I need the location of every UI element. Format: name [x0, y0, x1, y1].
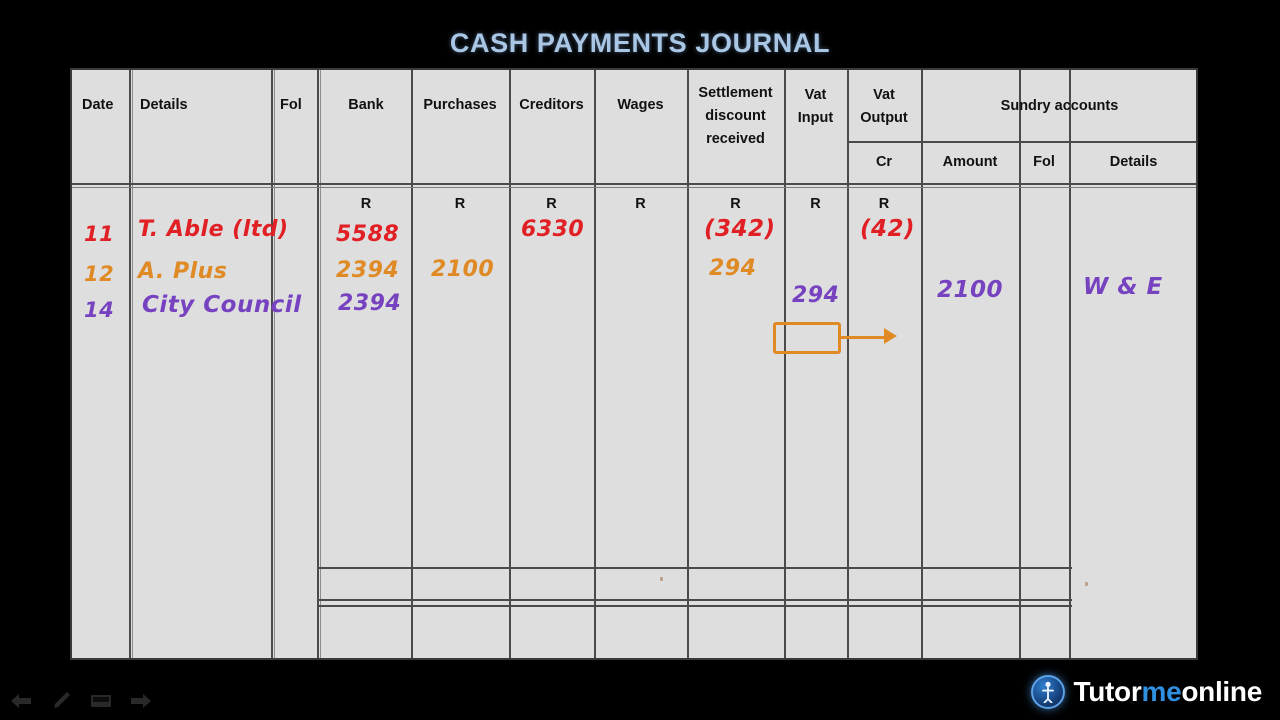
annotation-toolbar[interactable] [8, 688, 154, 714]
header-vat-output-line-2: Output [860, 110, 908, 126]
cell-bank-row-2: 2394 [336, 258, 400, 283]
header-sundry-amount: Amount [942, 154, 998, 170]
total-rule-upper [317, 599, 1072, 601]
header-sundry-fol: Fol [1033, 154, 1055, 170]
stray-mark-1 [660, 577, 663, 581]
cell-details-row-2: A. Plus [138, 259, 228, 284]
header-vat-input-line-2: Input [797, 110, 834, 126]
column-divider-settlement [784, 70, 786, 658]
column-divider-creditors [594, 70, 596, 658]
pen-icon[interactable] [48, 690, 74, 712]
column-divider-purchases [509, 70, 511, 658]
details-header-divider [129, 183, 274, 185]
header-settlement-line-2: discount [705, 108, 766, 124]
cell-date-row-3: 14 [84, 298, 115, 322]
header-purchases: Purchases [423, 97, 497, 113]
cell-creditors-row-1: 6330 [521, 217, 585, 242]
header-settlement-line-1: Settlement [698, 85, 773, 101]
column-divider-fol-inner [320, 70, 321, 658]
header-bottom-divider-2 [72, 187, 1196, 188]
tutormeonline-logo-icon [1030, 675, 1065, 709]
header-wages: Wages [617, 97, 664, 113]
header-vat-input-line-1: Vat [804, 87, 827, 103]
column-divider-date [129, 70, 131, 658]
cell-purchases-row-2: 2100 [431, 257, 495, 282]
currency-mark-settlement: R [730, 196, 741, 212]
cell-sundry-details-row-3: W & E [1083, 274, 1163, 300]
cell-settlement-discount-row-1: (342) [704, 216, 776, 242]
subtotal-rule [317, 567, 1072, 569]
column-divider-wages [687, 70, 689, 658]
cell-bank-row-3: 2394 [338, 291, 402, 316]
currency-mark-vat-input: R [810, 196, 821, 212]
header-vat-output-cr: Cr [875, 154, 893, 170]
cell-sundry-amount-row-3: 2100 [937, 277, 1004, 303]
total-rule-lower [317, 605, 1072, 607]
header-sundry-accounts: Sundry accounts [1000, 98, 1119, 114]
transfer-arrow-head [884, 328, 897, 344]
column-divider-details-inner [274, 70, 275, 658]
tutormeonline-logo: Tutormeonline [1030, 672, 1263, 712]
sundry-subheader-divider [847, 141, 1196, 143]
currency-mark-bank: R [360, 196, 372, 212]
column-divider-details [271, 70, 273, 658]
page-title: CASH PAYMENTS JOURNAL [449, 28, 831, 58]
cell-details-row-3: City Council [142, 292, 302, 318]
header-creditors: Creditors [519, 97, 584, 113]
header-bank: Bank [348, 97, 384, 113]
stray-mark-2 [1085, 582, 1088, 586]
currency-mark-wages: R [635, 196, 646, 212]
header-date: Date [82, 97, 114, 113]
column-divider-fol [317, 70, 319, 658]
eraser-icon[interactable] [88, 690, 114, 712]
header-settlement-line-3: received [706, 131, 765, 147]
logo-text-online: online [1181, 676, 1262, 707]
forward-arrow-icon[interactable] [128, 690, 154, 712]
logo-text-tutor: Tutor [1073, 676, 1142, 707]
header-details: Details [140, 97, 188, 113]
header-sundry-details: Details [1109, 154, 1158, 170]
tutormeonline-logo-text: Tutormeonline [1074, 676, 1263, 708]
settlement-discount-highlight-box [773, 322, 841, 354]
column-divider-bank [411, 70, 413, 658]
logo-text-me: me [1141, 676, 1182, 707]
currency-mark-purchases: R [454, 196, 466, 212]
cell-bank-row-1: 5588 [336, 222, 400, 247]
transfer-arrow-line [841, 336, 889, 339]
cell-date-row-2: 12 [84, 262, 115, 286]
cell-details-row-1: T. Able (ltd) [138, 217, 289, 242]
cell-vat-input-row-3: 294 [792, 283, 840, 308]
cash-payments-journal-table: Date Details Fol Bank Purchases Creditor… [70, 68, 1198, 660]
currency-mark-vat-output: R [878, 196, 890, 212]
currency-mark-creditors: R [546, 196, 557, 212]
column-divider-date-inner [132, 70, 133, 658]
cell-vat-output-row-1: (42) [860, 216, 916, 242]
back-arrow-icon[interactable] [8, 690, 34, 712]
cell-date-row-1: 11 [84, 222, 115, 246]
cell-settlement-discount-row-2: 294 [709, 256, 757, 281]
header-fol: Fol [280, 97, 302, 113]
header-vat-output-line-1: Vat [873, 87, 895, 103]
